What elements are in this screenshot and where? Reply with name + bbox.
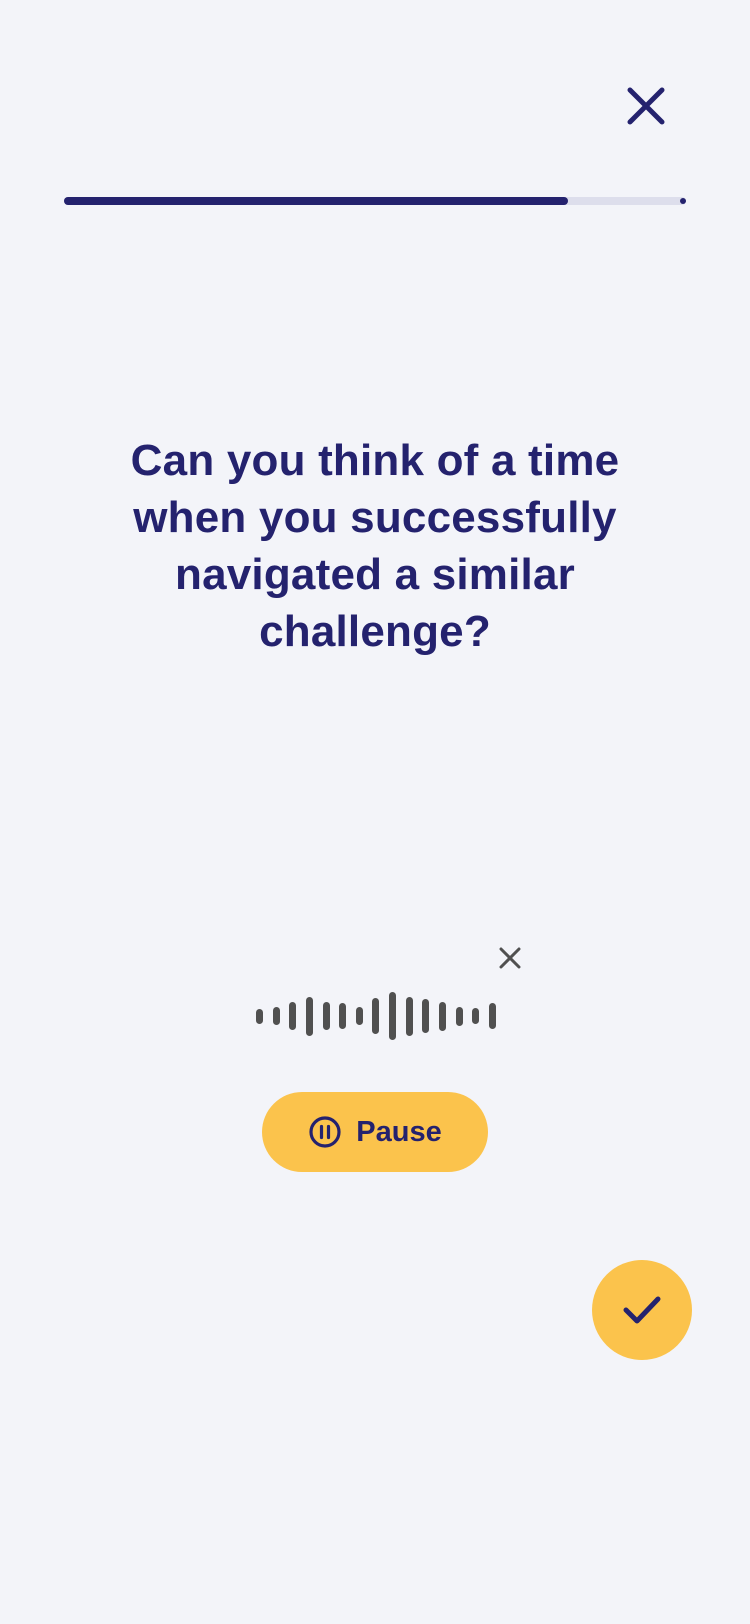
- progress-fill: [64, 197, 568, 205]
- waveform-bar: [455, 1006, 463, 1026]
- progress-end-dot: [680, 198, 686, 204]
- close-icon: [499, 947, 521, 969]
- waveform-bar: [272, 1007, 280, 1025]
- waveform-bar: [355, 1007, 363, 1025]
- question-text: Can you think of a time when you success…: [130, 436, 620, 656]
- waveform-bar: [488, 1003, 496, 1029]
- pause-button-label: Pause: [356, 1115, 442, 1148]
- checkmark-icon: [623, 1296, 661, 1324]
- waveform-bar: [305, 996, 313, 1036]
- waveform-bar: [439, 1001, 447, 1031]
- waveform-bar: [322, 1002, 330, 1030]
- close-button[interactable]: [620, 80, 672, 132]
- waveform-bar: [405, 996, 413, 1036]
- waveform-bar: [289, 1002, 297, 1030]
- discard-recording-button[interactable]: [492, 940, 528, 976]
- pause-button[interactable]: Pause: [262, 1092, 488, 1172]
- progress-bar: [64, 197, 686, 205]
- confirm-button[interactable]: [592, 1260, 692, 1360]
- waveform-bar: [372, 998, 380, 1034]
- waveform-bar: [422, 999, 430, 1033]
- waveform-bar: [256, 1008, 263, 1024]
- waveform-bar: [339, 1003, 347, 1029]
- waveform-bar: [472, 1008, 480, 1024]
- waveform-bar: [389, 992, 397, 1040]
- close-icon: [627, 87, 665, 125]
- pause-circle-icon: [308, 1115, 342, 1149]
- audio-waveform: [256, 990, 496, 1042]
